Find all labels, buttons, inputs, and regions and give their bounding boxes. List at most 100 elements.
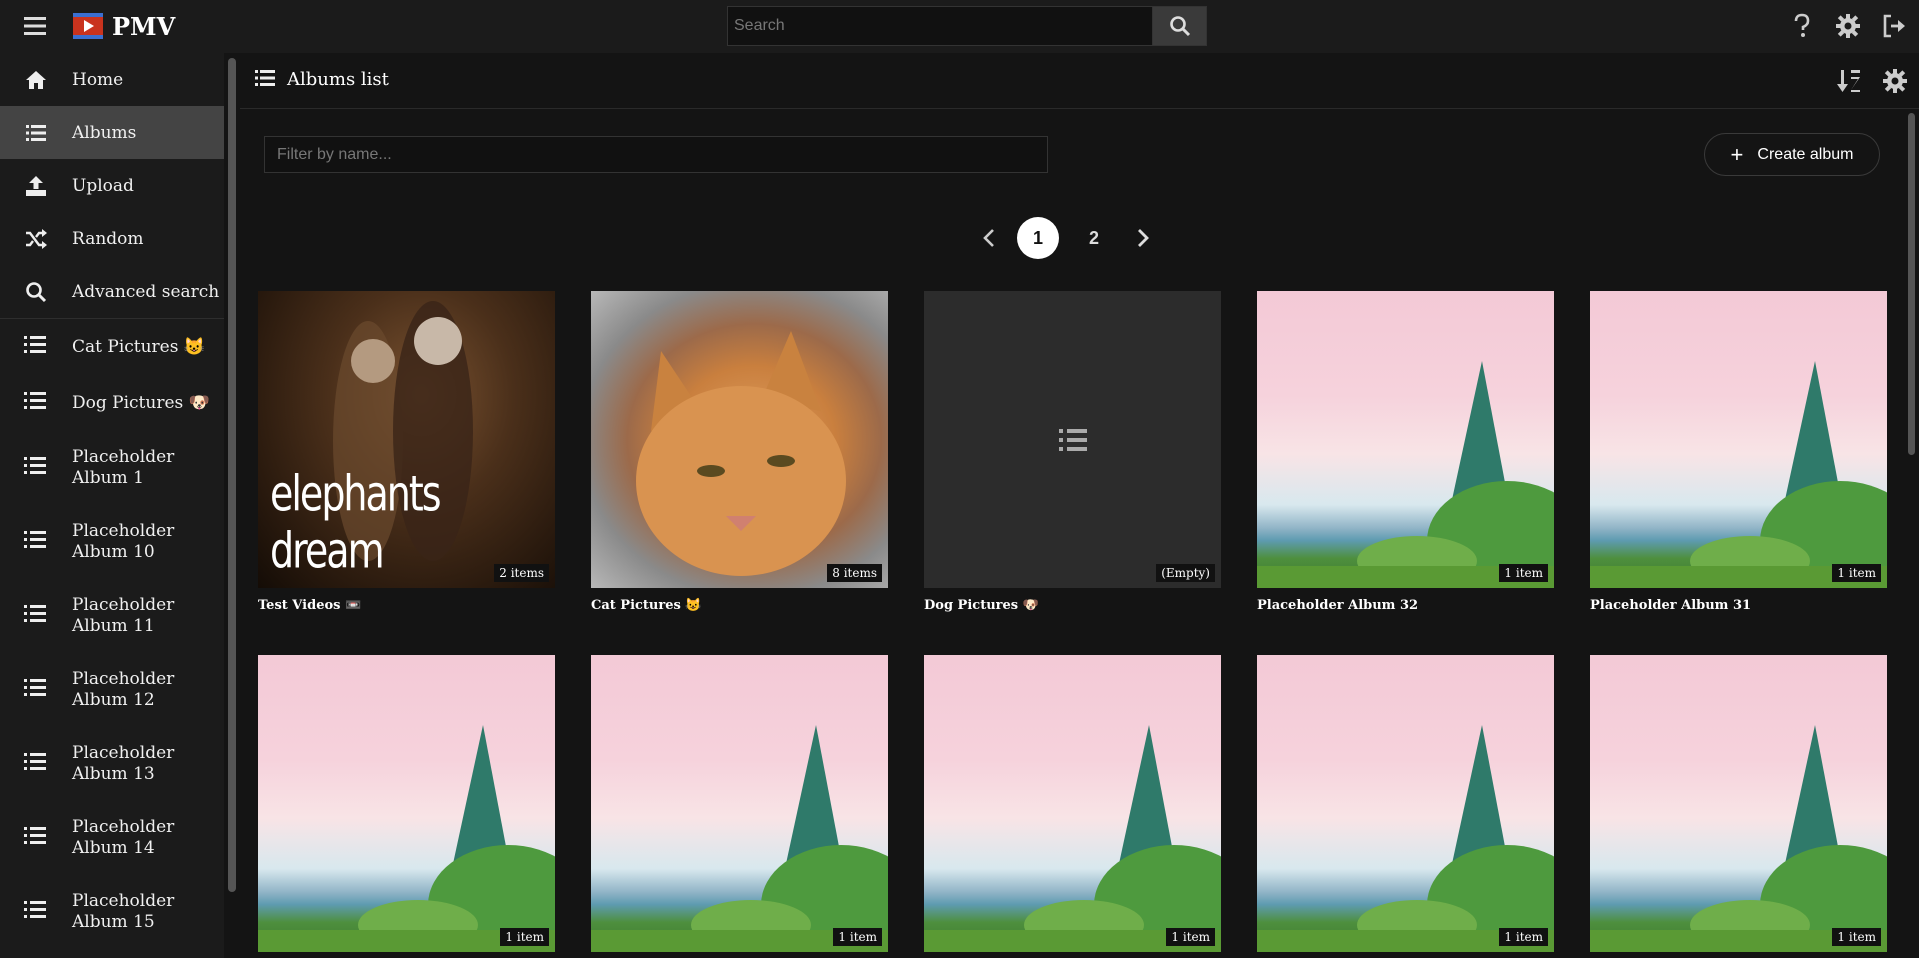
sidebar-album-label: Placeholder Album 15 [72,891,175,932]
app-logo-icon [72,12,104,40]
album-card[interactable]: 8 items Cat Pictures 😺 [591,291,888,613]
numbered-list-icon [24,678,48,702]
sidebar-item-label: Upload [72,175,134,196]
album-card[interactable]: 1 item [924,655,1221,958]
sidebar-album-item[interactable]: Dog Pictures 🐶 [0,375,224,431]
album-thumbnail: (Empty) [924,291,1221,588]
create-album-button[interactable]: + Create album [1704,133,1880,176]
sidebar-album-label: Placeholder Album 13 [72,743,175,784]
sidebar-album-label: Placeholder Album 12 [72,669,175,710]
menu-icon[interactable] [22,13,48,39]
album-title: Test Videos 📼 [258,598,362,613]
album-thumbnail: 8 items [591,291,888,588]
next-page-chevron-right-icon[interactable] [1129,224,1157,252]
search-icon [1169,16,1190,37]
sidebar-item-advanced-search[interactable]: Advanced search [0,265,224,318]
search-bar [727,6,1207,46]
settings-gear-icon[interactable] [1833,11,1863,41]
sidebar-album-item[interactable]: Cat Pictures 😺 [0,319,224,375]
sidebar-item-label: Random [72,228,144,249]
plus-icon: + [1730,141,1744,167]
sidebar-album-item[interactable]: Placeholder Album 10 [0,505,224,579]
help-icon[interactable] [1787,11,1817,41]
album-title: Placeholder Album 32 [1257,598,1419,613]
album-card[interactable]: elephants dream 2 items Test Videos 📼 [258,291,555,613]
album-thumbnail: 1 item [924,655,1221,952]
app-brand: PMV [112,12,176,41]
album-title: Cat Pictures 😺 [591,598,702,613]
sidebar: Home Albums Upload Random Advanced searc… [0,53,224,958]
album-card[interactable]: 1 item Placeholder Album 31 [1590,291,1887,613]
album-thumbnail: 1 item [1257,291,1554,588]
list-icon [255,69,279,93]
view-settings-gear-icon[interactable] [1881,67,1909,95]
sidebar-item-random[interactable]: Random [0,212,224,265]
logout-icon[interactable] [1879,11,1909,41]
sidebar-album-item[interactable]: Placeholder Album 11 [0,579,224,653]
sidebar-album-label: Dog Pictures 🐶 [72,393,210,413]
album-card[interactable]: 1 item [258,655,555,958]
album-title: Dog Pictures 🐶 [924,598,1039,613]
main-scrollbar[interactable] [1908,113,1915,455]
item-count-badge: 8 items [827,564,882,582]
item-count-badge: 1 item [1499,928,1548,946]
item-count-badge: (Empty) [1156,564,1215,582]
page-button-1[interactable]: 1 [1017,217,1059,259]
album-thumbnail: 1 item [1590,655,1887,952]
list-icon [24,121,48,145]
album-card[interactable]: 1 item [591,655,888,958]
sidebar-album-label: Cat Pictures 😺 [72,337,206,357]
search-icon [24,280,48,304]
sidebar-album-item[interactable]: Placeholder Album 13 [0,727,224,801]
item-count-badge: 2 items [494,564,549,582]
create-album-label: Create album [1757,145,1854,163]
sidebar-item-albums[interactable]: Albums [0,106,224,159]
numbered-list-icon [24,826,48,850]
page-title: Albums list [287,69,389,90]
sidebar-album-label: Placeholder Album 11 [72,595,175,636]
sidebar-album-item[interactable]: Placeholder Album 1 [0,431,224,505]
sidebar-album-label: Placeholder Album 14 [72,817,175,858]
album-thumbnail: elephants dream 2 items [258,291,555,588]
album-card[interactable]: 1 item [1257,655,1554,958]
item-count-badge: 1 item [500,928,549,946]
home-icon [24,68,48,92]
album-card[interactable]: (Empty) Dog Pictures 🐶 [924,291,1221,613]
sidebar-album-item[interactable]: Placeholder Album 15 [0,875,224,949]
numbered-list-icon [24,900,48,924]
sidebar-item-label: Albums [72,122,137,143]
numbered-list-icon [1058,428,1087,451]
numbered-list-icon [24,391,48,415]
sidebar-album-label: Placeholder Album 1 [72,447,175,488]
album-card[interactable]: 1 item Placeholder Album 32 [1257,291,1554,613]
numbered-list-icon [24,335,48,359]
prev-page-chevron-left-icon[interactable] [975,224,1003,252]
sidebar-album-label: Placeholder Album 10 [72,521,175,562]
page-button-2[interactable]: 2 [1073,217,1115,259]
sidebar-album-item[interactable]: Placeholder Album 14 [0,801,224,875]
main-header: Albums list [240,53,1919,109]
album-thumbnail: 1 item [1590,291,1887,588]
numbered-list-icon [24,530,48,554]
sidebar-item-home[interactable]: Home [0,53,224,106]
sidebar-album-item[interactable]: Placeholder Album 12 [0,653,224,727]
album-thumbnail: 1 item [591,655,888,952]
search-input[interactable] [727,6,1152,46]
shuffle-icon [24,227,48,251]
sidebar-item-label: Home [72,69,124,90]
album-thumbnail: 1 item [258,655,555,952]
top-bar: PMV [0,0,1919,53]
header-actions [1835,67,1909,95]
top-actions [1787,11,1909,41]
item-count-badge: 1 item [1832,928,1881,946]
album-card[interactable]: 1 item [1590,655,1887,958]
sidebar-item-upload[interactable]: Upload [0,159,224,212]
item-count-badge: 1 item [1166,928,1215,946]
numbered-list-icon [24,456,48,480]
search-button[interactable] [1152,6,1207,46]
filter-input[interactable] [264,136,1048,173]
item-count-badge: 1 item [1832,564,1881,582]
sidebar-scrollbar[interactable] [228,58,236,892]
sort-icon[interactable] [1835,67,1863,95]
item-count-badge: 1 item [833,928,882,946]
